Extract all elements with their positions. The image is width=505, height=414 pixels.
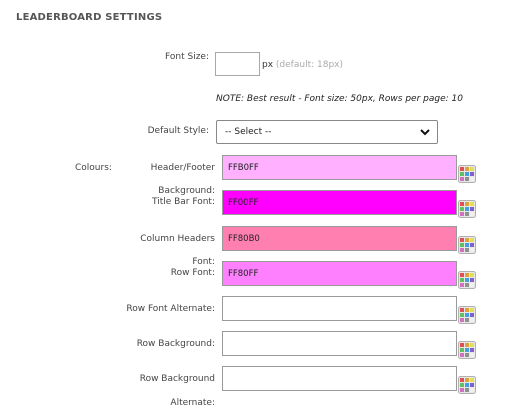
- font-size-unit: px: [262, 60, 274, 70]
- row-font-label-line2: Row Font:: [170, 268, 215, 278]
- row-background-alternate-label-line2: Alternate:: [170, 398, 215, 408]
- page-title: LEADERBOARD SETTINGS: [16, 12, 163, 23]
- chevron-down-icon: [419, 126, 431, 141]
- font-size-unit-hint: px (default: 18px): [262, 60, 343, 70]
- font-size-input[interactable]: [215, 52, 260, 76]
- column-headers-colour-input[interactable]: FF80B0: [222, 226, 457, 251]
- row-font-colour-input[interactable]: FF80FF: [222, 261, 457, 286]
- column-headers-label: Column Headers: [140, 234, 215, 244]
- font-size-default-hint: (default: 18px): [275, 60, 343, 70]
- row-font-label-line1: Font:: [192, 257, 215, 267]
- best-result-note: NOTE: Best result - Font size: 50px, Row…: [216, 94, 463, 104]
- default-style-selected: -- Select --: [225, 127, 272, 137]
- default-style-select[interactable]: -- Select --: [216, 120, 438, 144]
- color-palette-icon[interactable]: [458, 341, 476, 359]
- row-background-alternate-colour-input[interactable]: [222, 366, 457, 391]
- default-style-label: Default Style:: [147, 126, 209, 136]
- row-background-alternate-label-line1: Row Background: [139, 374, 215, 384]
- row-background-colour-input[interactable]: [222, 331, 457, 356]
- row-font-alternate-colour-input[interactable]: [222, 296, 457, 321]
- row-background-label: Row Background:: [136, 339, 215, 349]
- header-footer-label: Header/Footer: [150, 163, 215, 173]
- color-palette-icon[interactable]: [458, 271, 476, 289]
- header-footer-colour-input[interactable]: FFB0FF: [222, 155, 457, 180]
- title-bar-colour-input[interactable]: FF00FF: [222, 190, 457, 215]
- font-size-label: Font Size:: [165, 52, 209, 62]
- row-font-label: Font: Row Font:: [171, 257, 215, 279]
- title-bar-label-line1: Background:: [158, 186, 215, 196]
- color-palette-icon[interactable]: [458, 236, 476, 254]
- title-bar-label-line2: Title Bar Font:: [151, 197, 215, 207]
- colours-section-label: Colours:: [75, 163, 112, 173]
- title-bar-label: Background: Title Bar Font:: [152, 186, 215, 208]
- row-font-alternate-label: Row Font Alternate:: [126, 304, 215, 314]
- color-palette-icon[interactable]: [458, 200, 476, 218]
- color-palette-icon[interactable]: [458, 306, 476, 324]
- color-palette-icon[interactable]: [458, 376, 476, 394]
- color-palette-icon[interactable]: [458, 165, 476, 183]
